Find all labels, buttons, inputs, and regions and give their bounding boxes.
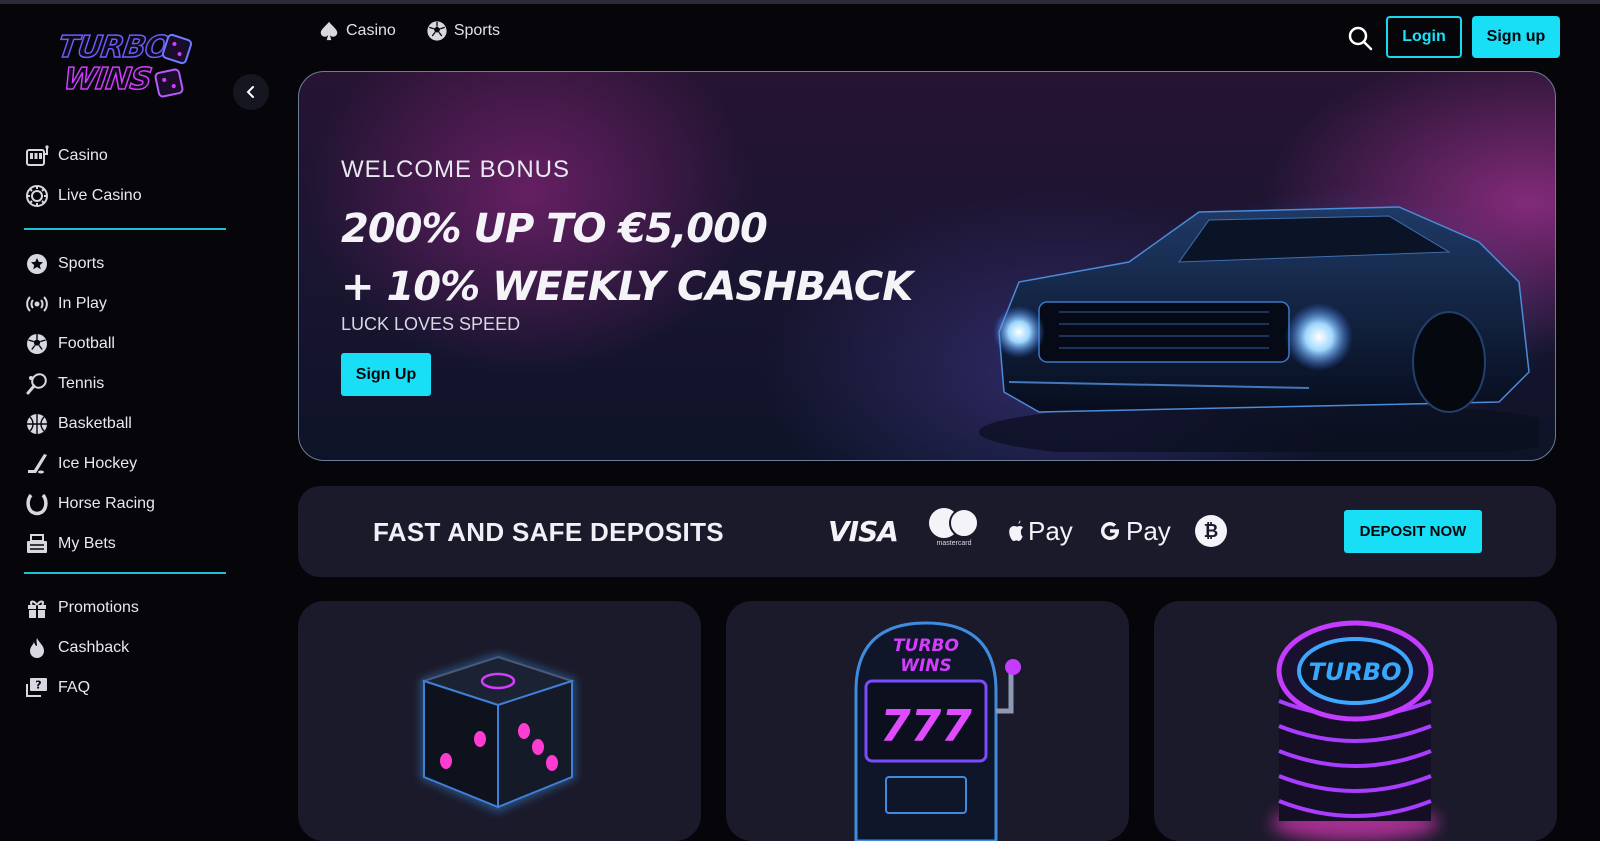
sidebar-item-in-play[interactable]: In Play [24,284,234,324]
chevron-left-icon [246,86,254,98]
sidebar-item-tennis[interactable]: Tennis [24,364,234,404]
sidebar-item-label: Cashback [58,639,130,656]
collapse-sidebar-button[interactable] [233,74,269,110]
sidebar: TURBO WINS Casino Live Casino Sports In … [0,4,270,832]
deposit-now-button[interactable]: DEPOSIT NOW [1344,510,1482,553]
hero-title-line-2: + 10% WEEKLY CASHBACK [341,264,913,310]
sidebar-item-cashback[interactable]: Cashback [24,628,234,668]
hero-title-line-1: 200% UP TO €5,000 [341,206,768,252]
sidebar-item-faq[interactable]: ? FAQ [24,668,234,708]
topnav-label: Sports [453,22,501,39]
slot-machine-icon [24,143,50,169]
hero-title: 200% UP TO €5,000 + 10% WEEKLY CASHBACK [341,200,913,316]
sidebar-group-sports: Sports In Play Football Tennis Basketbal… [24,244,234,564]
sidebar-item-label: Live Casino [58,187,142,204]
neon-chip-stack-illustration: TURBO [1271,620,1439,841]
category-card-slots[interactable]: 777 TURBO WINS [726,601,1129,841]
sidebar-item-label: In Play [58,295,107,312]
visa-logo: VISA [828,514,899,548]
top-nav: Casino Sports [318,20,500,42]
topnav-label: Casino [346,22,396,39]
muscle-car-illustration [979,206,1539,452]
bets-ticket-icon [24,531,50,557]
sidebar-item-ice-hockey[interactable]: Ice Hockey [24,444,234,484]
hero-signup-button[interactable]: Sign Up [341,353,431,396]
sidebar-group-casino: Casino Live Casino [24,136,234,216]
chip-label: TURBO [1308,658,1401,686]
tennis-racket-icon [24,371,50,397]
sidebar-divider [24,228,226,230]
hockey-stick-icon [24,451,50,477]
sidebar-group-extras: Promotions Cashback ? FAQ [24,588,234,708]
sidebar-item-label: Casino [58,147,108,164]
hero-label: WELCOME BONUS [341,156,571,183]
sidebar-item-label: Football [58,335,115,352]
sidebar-item-label: Basketball [58,415,132,432]
apple-pay-logo: Pay [1006,508,1073,554]
google-pay-label: Pay [1126,515,1171,546]
spade-icon [320,21,338,41]
sidebar-item-basketball[interactable]: Basketball [24,404,234,444]
neon-dice-illustration [420,653,576,813]
sidebar-item-promotions[interactable]: Promotions [24,588,234,628]
logo-dice-icon [153,67,185,99]
deposits-panel: FAST AND SAFE DEPOSITS VISA mastercard P… [298,486,1556,577]
google-g-icon [1101,522,1119,540]
search-button[interactable] [1346,24,1374,52]
chip-icon [24,183,50,209]
logo-line-2: WINS [61,61,154,98]
logo-line-1: TURBO [55,29,173,66]
sidebar-item-horse-racing[interactable]: Horse Racing [24,484,234,524]
sidebar-item-my-bets[interactable]: My Bets [24,524,234,564]
mastercard-logo: mastercard [928,508,980,554]
category-card-dice[interactable] [298,601,701,841]
basketball-icon [24,411,50,437]
football-icon [24,331,50,357]
football-icon [427,21,447,41]
slot-reels-text: 777 [880,701,972,752]
sidebar-item-label: Promotions [58,599,139,616]
slot-logo-line-1: TURBO [893,636,959,656]
sidebar-item-label: My Bets [58,535,116,552]
svg-text:?: ? [35,679,41,692]
slot-logo-line-2: WINS [900,656,952,676]
gift-icon [24,595,50,621]
google-pay-logo: Pay [1098,508,1171,554]
neon-slot-machine-illustration: 777 TURBO WINS [854,621,1021,841]
category-card-chips[interactable]: TURBO [1154,601,1557,841]
sidebar-item-label: Horse Racing [58,495,155,512]
question-chat-icon: ? [24,675,50,701]
horseshoe-icon [24,491,50,517]
welcome-bonus-banner: WELCOME BONUS 200% UP TO €5,000 + 10% WE… [298,71,1556,461]
login-button[interactable]: Login [1386,16,1462,58]
flame-icon [24,635,50,661]
star-badge-icon [24,251,50,277]
sidebar-item-label: Tennis [58,375,105,392]
sidebar-item-football[interactable]: Football [24,324,234,364]
sidebar-item-sports[interactable]: Sports [24,244,234,284]
sidebar-item-label: Ice Hockey [58,455,138,472]
signup-button[interactable]: Sign up [1472,16,1560,58]
sidebar-item-label: FAQ [58,679,91,696]
mastercard-wordmark: mastercard [936,540,972,547]
topnav-sports[interactable]: Sports [426,20,500,42]
turbo-wins-logo[interactable]: TURBO WINS [55,29,196,112]
topnav-casino[interactable]: Casino [318,20,396,42]
apple-icon [1009,520,1024,542]
sidebar-item-label: Sports [58,255,105,272]
sidebar-divider [24,572,226,574]
deposits-title: FAST AND SAFE DEPOSITS [373,517,724,547]
mastercard-rings-icon [929,508,979,538]
broadcast-icon [24,291,50,317]
sidebar-item-live-casino[interactable]: Live Casino [24,176,234,216]
bitcoin-logo: ₿ [1195,515,1227,547]
search-icon [1348,26,1373,51]
sidebar-item-casino[interactable]: Casino [24,136,234,176]
apple-pay-label: Pay [1028,515,1073,546]
hero-subtitle: LUCK LOVES SPEED [341,314,521,334]
